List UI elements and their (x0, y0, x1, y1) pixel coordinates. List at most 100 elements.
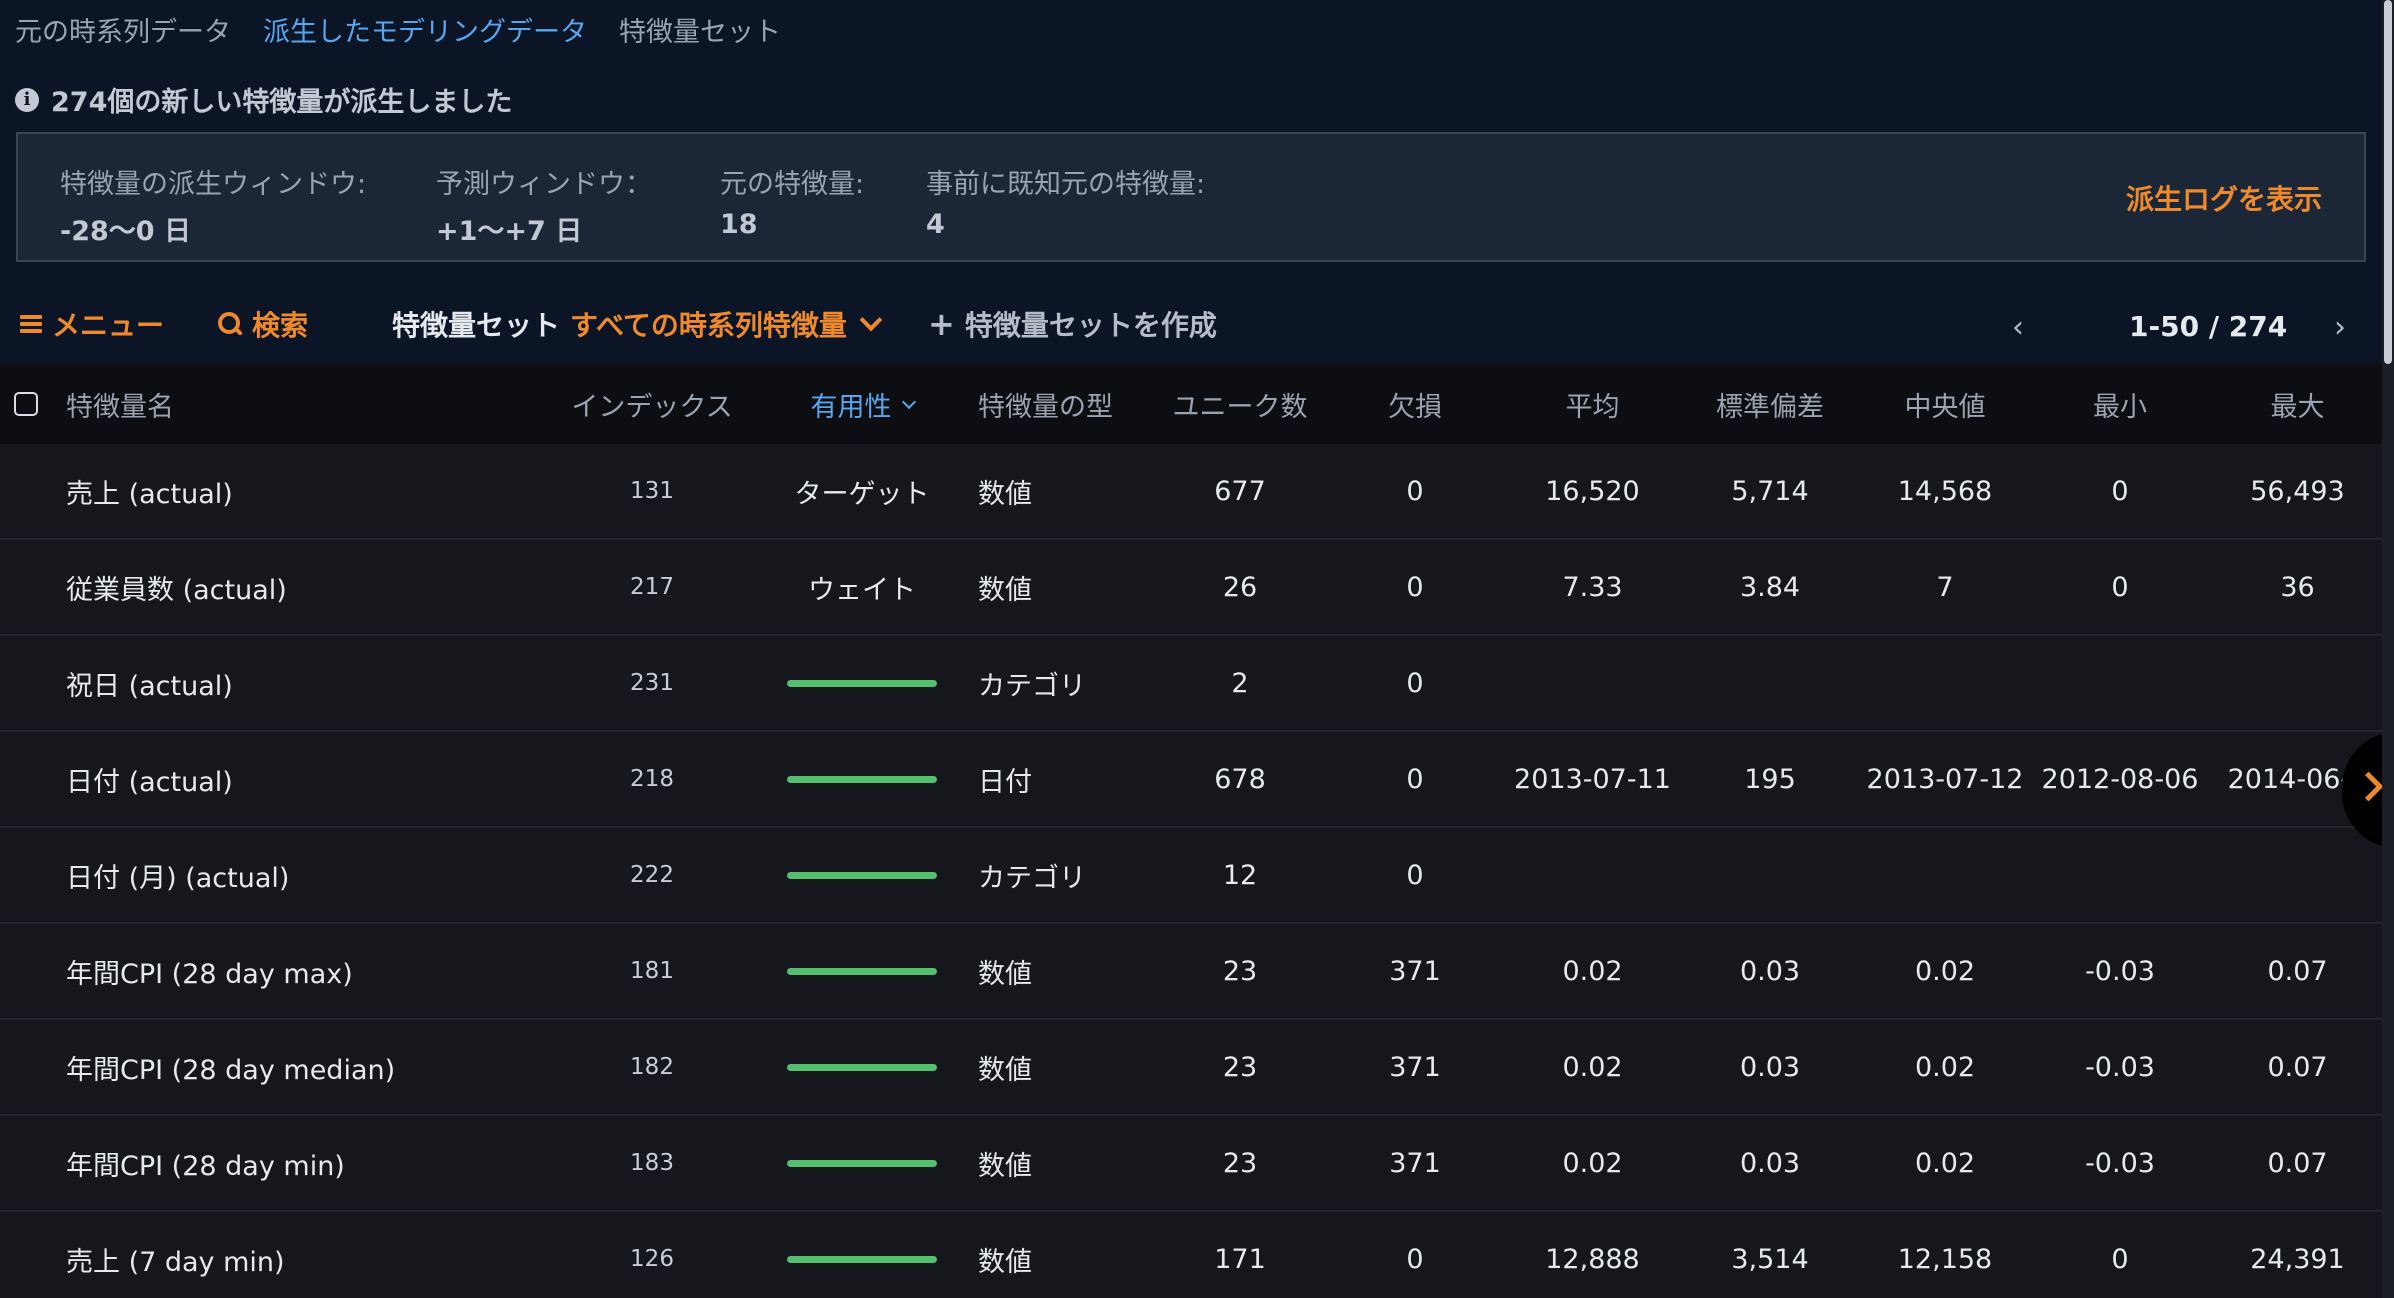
feature-name[interactable]: 日付 (月) (actual) (66, 828, 289, 922)
min-value (2035, 636, 2205, 730)
tab-bar: 元の時系列データ 派生したモデリングデータ 特徴量セット (15, 10, 781, 49)
missing-count: 371 (1389, 955, 1441, 987)
table-row[interactable]: 日付 (actual) 218 日付 678 0 2013-07-11 195 … (0, 732, 2384, 828)
table-row[interactable]: 売上 (actual) 131 ターゲット 数値 677 0 16,520 5,… (0, 444, 2384, 540)
menu-button[interactable]: メニュー (20, 304, 164, 344)
header-utility[interactable]: 有用性 (767, 364, 957, 444)
feature-name[interactable]: 日付 (actual) (66, 732, 233, 826)
table-row[interactable]: 年間CPI (28 day median) 182 数値 23 371 0.02… (0, 1020, 2384, 1116)
featureset-selector[interactable]: 特徴量セット すべての時系列特徴量 (392, 304, 883, 344)
view-derivation-log-link[interactable]: 派生ログを表示 (2126, 178, 2322, 218)
feature-type: 数値 (978, 1150, 1032, 1182)
utility-cell (767, 1020, 957, 1114)
create-featureset-button[interactable]: + 特徴量セットを作成 (928, 304, 1217, 344)
header-unique[interactable]: ユニーク数 (1150, 364, 1330, 444)
max-value: 0.07 (2267, 1051, 2328, 1083)
header-median[interactable]: 中央値 (1855, 364, 2035, 444)
unique-count: 23 (1222, 955, 1258, 987)
min-value: -0.03 (2085, 955, 2155, 987)
utility-bar (787, 775, 937, 783)
table-row[interactable]: 年間CPI (28 day max) 181 数値 23 371 0.02 0.… (0, 924, 2384, 1020)
unique-count: 23 (1222, 1051, 1258, 1083)
max-value: 0.07 (2267, 955, 2328, 987)
utility-bar (787, 1159, 937, 1167)
missing-count: 0 (1406, 571, 1424, 603)
unique-count: 23 (1222, 1147, 1258, 1179)
pagination: ‹ 1-50 / 274 › (1994, 306, 2394, 346)
table-row[interactable]: 年間CPI (28 day min) 183 数値 23 371 0.02 0.… (0, 1116, 2384, 1212)
next-page-icon[interactable]: › (2334, 310, 2346, 345)
mean-value: 12,888 (1545, 1243, 1640, 1275)
std-value (1685, 636, 1855, 730)
feature-index: 222 (555, 828, 749, 922)
utility-cell (767, 828, 957, 922)
tab-feature-sets[interactable]: 特徴量セット (619, 10, 781, 49)
stat-value: 18 (720, 209, 758, 240)
pagination-range: 1-50 / 274 (2129, 310, 2288, 343)
median-value (1855, 636, 2035, 730)
min-value: 0 (2111, 571, 2129, 603)
prev-page-icon[interactable]: ‹ (2012, 310, 2024, 345)
min-value: -0.03 (2085, 1147, 2155, 1179)
search-button[interactable]: 検索 (218, 304, 308, 344)
toolbar: メニュー 検索 特徴量セット すべての時系列特徴量 + 特徴量セットを作成 ‹ … (0, 298, 2394, 348)
utility-cell (767, 924, 957, 1018)
stat-original-features: 元の特徴量: 18 (720, 162, 864, 240)
feature-index: 217 (555, 540, 749, 634)
stat-known-in-advance-features: 事前に既知元の特徴量: 4 (926, 162, 1205, 240)
hamburger-icon (20, 315, 42, 333)
header-feature-type[interactable]: 特徴量の型 (978, 364, 1113, 444)
feature-index: 131 (555, 444, 749, 538)
table-row[interactable]: 祝日 (actual) 231 カテゴリ 2 0 (0, 636, 2384, 732)
header-index[interactable]: インデックス (555, 364, 749, 444)
feature-name[interactable]: 売上 (actual) (66, 444, 233, 538)
table-row[interactable]: 従業員数 (actual) 217 ウェイト 数値 26 0 7.33 3.84… (0, 540, 2384, 636)
feature-index-value: 131 (630, 478, 674, 504)
max-value: 36 (2280, 571, 2315, 603)
stat-feature-derivation-window: 特徴量の派生ウィンドウ: -28〜0 日 (60, 162, 366, 248)
min-value: 2012-08-06 (2041, 763, 2199, 795)
feature-type: カテゴリ (978, 670, 1086, 702)
stat-value: +1〜+7 日 (436, 216, 583, 247)
header-std[interactable]: 標準偏差 (1685, 364, 1855, 444)
header-mean[interactable]: 平均 (1500, 364, 1685, 444)
max-value: 56,493 (2250, 475, 2345, 507)
header-max[interactable]: 最大 (2205, 364, 2384, 444)
missing-count: 0 (1406, 1243, 1424, 1275)
header-min[interactable]: 最小 (2035, 364, 2205, 444)
feature-name[interactable]: 祝日 (actual) (66, 636, 233, 730)
feature-name[interactable]: 従業員数 (actual) (66, 540, 287, 634)
select-all-checkbox[interactable] (14, 392, 38, 416)
feature-name[interactable]: 年間CPI (28 day max) (66, 924, 353, 1018)
median-value: 0.02 (1914, 955, 1976, 987)
feature-table: 特徴量名 インデックス 有用性 特徴量の型 ユニーク数 欠損 平均 標準偏差 中… (0, 364, 2384, 1298)
utility-cell (767, 1116, 957, 1210)
header-feature-name[interactable]: 特徴量名 (66, 364, 174, 444)
tab-derived-modeling-data[interactable]: 派生したモデリングデータ (263, 10, 587, 49)
feature-name[interactable]: 年間CPI (28 day median) (66, 1020, 395, 1114)
notice-text: 274個の新しい特徴量が派生しました (51, 87, 513, 118)
unique-count: 678 (1214, 763, 1266, 795)
chevron-down-icon (859, 308, 883, 332)
top-region: 元の時系列データ 派生したモデリングデータ 特徴量セット i 274個の新しい特… (0, 0, 2394, 364)
info-icon: i (15, 87, 39, 112)
feature-index: 231 (555, 636, 749, 730)
median-value (1855, 828, 2035, 922)
header-missing[interactable]: 欠損 (1330, 364, 1500, 444)
select-all-cell (14, 364, 38, 444)
table-row[interactable]: 売上 (7 day min) 126 数値 171 0 12,888 3,514… (0, 1212, 2384, 1298)
feature-name[interactable]: 年間CPI (28 day min) (66, 1116, 345, 1210)
std-value: 5,714 (1731, 475, 1809, 507)
feature-index-value: 181 (630, 958, 674, 984)
search-label: 検索 (252, 309, 309, 342)
min-value (2035, 828, 2205, 922)
stat-forecast-window: 予測ウィンドウ： +1〜+7 日 (436, 162, 652, 248)
scrollbar-thumb[interactable] (2384, 0, 2392, 364)
tab-original-timeseries-data[interactable]: 元の時系列データ (15, 10, 231, 49)
table-row[interactable]: 日付 (月) (actual) 222 カテゴリ 12 0 (0, 828, 2384, 924)
mean-value: 0.02 (1562, 955, 1623, 987)
create-featureset-label: 特徴量セットを作成 (964, 309, 1217, 342)
feature-name[interactable]: 売上 (7 day min) (66, 1212, 285, 1298)
missing-count: 371 (1389, 1051, 1441, 1083)
feature-type: 数値 (978, 1246, 1032, 1278)
